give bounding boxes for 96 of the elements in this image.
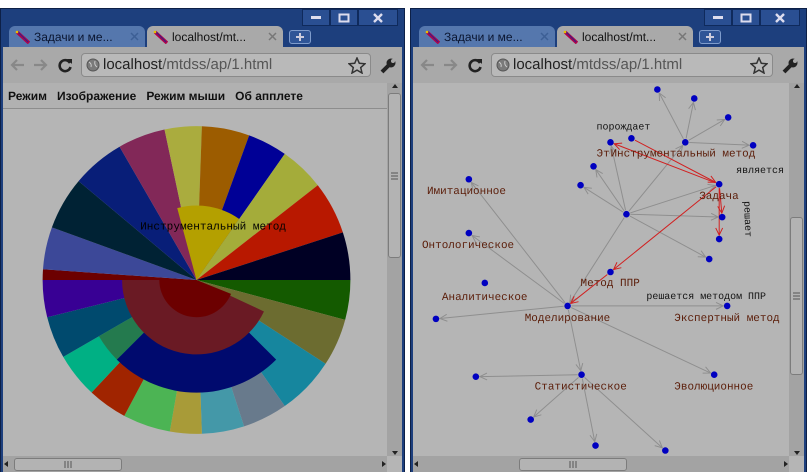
graph-node — [750, 142, 756, 149]
scroll-left-icon[interactable] — [413, 460, 419, 468]
url-text: localhost/mtdss/ap/1.html — [513, 54, 682, 75]
maximize-button[interactable] — [330, 9, 358, 26]
graph-node — [472, 373, 480, 380]
menu-item[interactable]: Режим мыши — [146, 86, 226, 104]
node-label: Статистическое — [534, 382, 627, 394]
menu-item[interactable]: Изображение — [56, 86, 136, 104]
graph-node — [482, 280, 488, 286]
graph-node — [466, 176, 472, 183]
node-label: Экспертный метод — [674, 312, 780, 325]
scrollbar-corner — [387, 456, 402, 472]
wrench-icon[interactable] — [781, 56, 798, 74]
menu-item[interactable]: Режим — [8, 86, 47, 104]
close-window-button[interactable] — [358, 9, 398, 26]
graph-node — [628, 135, 635, 142]
graph-node — [623, 210, 630, 218]
graph-node — [682, 139, 689, 146]
close-icon — [372, 12, 384, 22]
reload-icon[interactable] — [467, 57, 483, 73]
edge-label: порождает — [596, 121, 650, 132]
node-label: Моделирование — [524, 312, 610, 325]
star-icon[interactable] — [750, 56, 768, 74]
graph-node — [716, 236, 722, 242]
star-icon[interactable] — [348, 56, 366, 74]
minimize-icon — [713, 16, 723, 19]
close-icon — [774, 12, 786, 22]
graph-node — [724, 114, 732, 121]
address-bar[interactable]: localhost/mtdss/ap/1.html — [81, 53, 371, 77]
scrollbar-thumb[interactable] — [519, 458, 627, 470]
graph-node — [706, 256, 712, 262]
edge-label: является — [736, 165, 784, 176]
graph-node — [690, 95, 698, 102]
edge-label: решает — [741, 200, 754, 238]
node-label: Аналитическое — [442, 292, 528, 304]
close-window-button[interactable] — [760, 9, 800, 26]
node-label: Имитационное — [426, 186, 506, 198]
graph-node — [592, 442, 599, 449]
browser-tab[interactable]: Задачи и ме... — [9, 26, 145, 47]
globe-icon — [496, 58, 510, 72]
maximize-icon — [338, 12, 350, 22]
graph-node — [527, 416, 534, 423]
reload-icon[interactable] — [57, 57, 73, 73]
plus-icon — [705, 32, 715, 42]
browser-tab[interactable]: Задачи и ме... — [419, 26, 555, 47]
scroll-left-icon[interactable] — [3, 460, 9, 468]
new-tab-button[interactable] — [289, 30, 311, 44]
vertical-scrollbar[interactable] — [789, 83, 804, 456]
grip-icon — [390, 172, 399, 180]
edge-label: решается методом ППР — [646, 290, 766, 302]
address-bar[interactable]: localhost/mtdss/ap/1.html — [491, 53, 773, 77]
node-label: Эт — [596, 148, 610, 160]
globe-icon — [86, 58, 100, 72]
node-label: Эволюционное — [674, 382, 754, 394]
graph-node — [662, 447, 669, 454]
maximize-button[interactable] — [732, 9, 760, 26]
vertical-scrollbar[interactable] — [387, 83, 402, 456]
graph-node — [654, 86, 661, 93]
graph-node — [607, 268, 614, 276]
node-label: Онтологическое — [422, 240, 514, 252]
graph-node — [432, 316, 440, 322]
scrollbar-thumb[interactable] — [790, 217, 803, 375]
minimize-button[interactable] — [704, 9, 732, 26]
maximize-icon — [740, 12, 752, 22]
wrench-icon[interactable] — [379, 56, 396, 74]
feather-icon — [563, 30, 578, 44]
scrollbar-corner — [789, 456, 804, 472]
url-text: localhost/mtdss/ap/1.html — [103, 54, 272, 75]
graph-node — [466, 230, 472, 236]
feather-icon — [425, 30, 440, 44]
menu-item[interactable]: Об апплете — [235, 86, 303, 104]
minimize-icon — [311, 16, 321, 19]
grip-icon — [569, 460, 577, 468]
graph-node — [577, 182, 584, 189]
minimize-button[interactable] — [302, 9, 330, 26]
graph-node — [710, 371, 718, 378]
horizontal-scrollbar[interactable] — [3, 456, 387, 472]
graph-node — [716, 180, 722, 188]
browser-tab[interactable]: localhost/mt... — [147, 26, 283, 47]
scrollbar-thumb[interactable] — [388, 93, 401, 258]
new-tab-button[interactable] — [699, 30, 721, 44]
grip-icon — [64, 460, 72, 468]
feather-icon — [15, 30, 30, 44]
browser-tab[interactable]: localhost/mt... — [557, 26, 693, 47]
horizontal-scrollbar[interactable] — [413, 456, 789, 472]
graph-node — [578, 371, 585, 378]
graph-arrow — [658, 92, 684, 140]
graph-node — [607, 139, 614, 146]
graph-node — [724, 302, 730, 310]
graph-node — [718, 214, 726, 220]
grip-icon — [792, 292, 801, 300]
feather-icon — [153, 30, 168, 44]
scrollbar-thumb[interactable] — [14, 458, 122, 470]
graph-node — [564, 302, 571, 310]
graph-node — [590, 162, 597, 170]
plus-icon — [295, 32, 305, 42]
